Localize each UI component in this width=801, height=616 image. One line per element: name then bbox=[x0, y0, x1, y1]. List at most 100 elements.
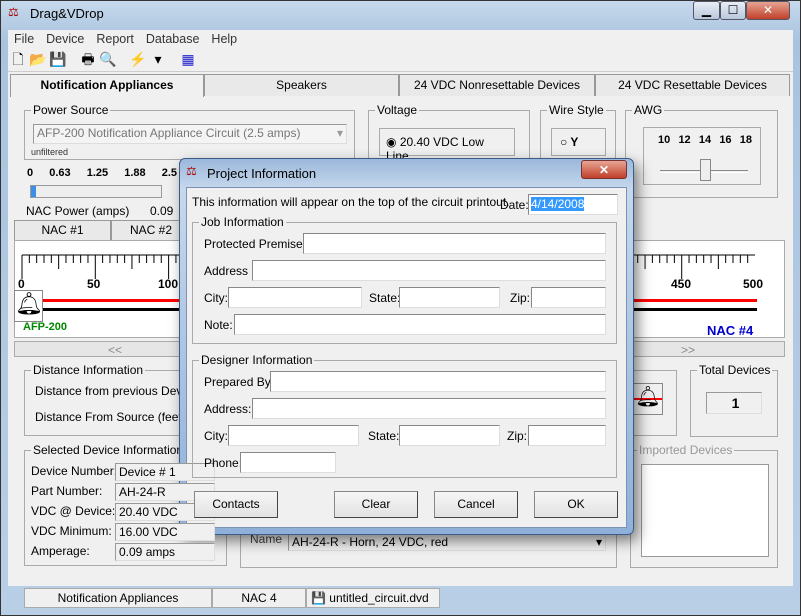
designer-information-label: Designer Information bbox=[199, 353, 315, 367]
dialog-close-button[interactable]: ✕ bbox=[581, 160, 627, 179]
filter-label: unfiltered bbox=[31, 147, 69, 157]
save-icon[interactable]: 💾 bbox=[48, 48, 68, 70]
ok-button[interactable]: OK bbox=[534, 491, 618, 518]
ruler-label: 500 bbox=[743, 277, 764, 291]
bell-icon[interactable]: 🔔︎ bbox=[633, 383, 663, 415]
menu-device[interactable]: Device bbox=[46, 32, 84, 46]
tab-notification-appliances[interactable]: Notification Appliances bbox=[10, 74, 204, 97]
scroll-left-button[interactable]: << bbox=[108, 343, 122, 357]
print-icon[interactable]: 🖶 bbox=[78, 48, 98, 70]
date-input[interactable]: 4/14/2008 bbox=[528, 194, 618, 215]
scale-label: 1.25 bbox=[86, 167, 109, 179]
imported-devices-list[interactable] bbox=[641, 464, 769, 557]
note-input[interactable] bbox=[234, 314, 606, 335]
menu-help[interactable]: Help bbox=[211, 32, 237, 46]
scroll-right-button[interactable]: >> bbox=[681, 343, 695, 357]
nac-power-label: NAC Power (amps) bbox=[26, 204, 130, 218]
wire-style-label: Wire Style bbox=[547, 103, 606, 117]
device-name-select[interactable]: AH-24-R - Horn, 24 VDC, red ▾ bbox=[288, 533, 606, 551]
distance-source-label: Distance From Source (feet) bbox=[35, 410, 186, 424]
ruler-label: 450 bbox=[671, 277, 692, 291]
designer-zip-input[interactable] bbox=[528, 425, 606, 446]
premises-label: Protected Premises: bbox=[204, 237, 313, 251]
device-field-value: 16.00 VDC bbox=[115, 523, 215, 541]
device-field-label: Device Number: bbox=[31, 464, 118, 478]
job-city-label: City: bbox=[204, 291, 228, 305]
awg-tick: 18 bbox=[739, 134, 752, 146]
job-address-label: Address bbox=[204, 264, 249, 278]
scale-label: 2.5 bbox=[161, 167, 177, 179]
app-logo-icon: ⚖ bbox=[186, 164, 197, 178]
voltage-label: Voltage bbox=[375, 103, 420, 117]
toolbar: 🗋 📂 💾 🖶 🔍 ⚡ ▾ ▦ bbox=[8, 48, 793, 72]
designer-city-label: City: bbox=[204, 429, 228, 443]
awg-slider-box: 10 12 14 16 18 bbox=[643, 127, 761, 185]
status-file-name: untitled_circuit.dvd bbox=[329, 591, 429, 605]
designer-address-input[interactable] bbox=[252, 398, 606, 419]
job-state-label: State: bbox=[369, 291, 401, 305]
tab-24vdc-nonresettable[interactable]: 24 VDC Nonresettable Devices bbox=[399, 74, 595, 96]
designer-zip-label: Zip: bbox=[507, 429, 528, 443]
cancel-button[interactable]: Cancel bbox=[434, 491, 518, 518]
job-address-input[interactable] bbox=[252, 260, 606, 281]
power-source-value: AFP-200 Notification Appliance Circuit (… bbox=[37, 126, 301, 140]
tab-24vdc-resettable[interactable]: 24 VDC Resettable Devices bbox=[595, 74, 790, 96]
designer-state-label: State: bbox=[368, 429, 400, 443]
device-name-value: AH-24-R - Horn, 24 VDC, red bbox=[292, 535, 449, 549]
awg-tick: 14 bbox=[698, 134, 712, 146]
selected-device-label: Selected Device Information bbox=[31, 443, 186, 457]
protected-premises-input[interactable] bbox=[303, 233, 606, 254]
awg-tick: 16 bbox=[719, 134, 732, 146]
minimize-button[interactable]: ▁ bbox=[693, 1, 720, 20]
wire-style-radio[interactable]: ○ Y bbox=[551, 128, 606, 156]
awg-slider-thumb[interactable] bbox=[700, 159, 711, 181]
phone-input[interactable] bbox=[240, 452, 336, 473]
window-title: Drag&VDrop bbox=[30, 6, 104, 21]
ruler-label: 50 bbox=[87, 277, 101, 291]
menu-report[interactable]: Report bbox=[96, 32, 134, 46]
awg-label: AWG bbox=[632, 103, 665, 117]
status-file: 💾 untitled_circuit.dvd bbox=[306, 588, 440, 608]
scale-label: 0 bbox=[27, 167, 34, 179]
designer-address-label: Address: bbox=[204, 402, 252, 416]
maximize-button[interactable]: ☐ bbox=[720, 1, 746, 20]
tab-speakers[interactable]: Speakers bbox=[204, 74, 399, 96]
dialog-title: Project Information bbox=[207, 166, 317, 181]
voltage-radio[interactable]: ◉ 20.40 VDC Low Line bbox=[379, 128, 515, 163]
total-devices-label: Total Devices bbox=[697, 363, 773, 377]
prepared-by-label: Prepared By: bbox=[204, 375, 275, 389]
designer-state-input[interactable] bbox=[399, 425, 500, 446]
nac-power-value: 0.09 bbox=[150, 204, 174, 218]
total-devices-value: 1 bbox=[706, 392, 762, 414]
menu-database[interactable]: Database bbox=[146, 32, 200, 46]
distance-label: Distance Information bbox=[31, 363, 146, 377]
ruler-label: 0 bbox=[18, 277, 25, 291]
menu-file[interactable]: File bbox=[14, 32, 34, 46]
circuit-label: NAC #4 bbox=[707, 323, 754, 338]
prepared-by-input[interactable] bbox=[270, 371, 606, 392]
awg-tick: 10 bbox=[658, 134, 671, 146]
distance-prev-label: Distance from previous Device bbox=[35, 384, 198, 398]
chart-icon[interactable]: ▦ bbox=[178, 48, 198, 70]
job-state-input[interactable] bbox=[399, 287, 500, 308]
device-field-label: VDC @ Device: bbox=[31, 504, 116, 518]
tab-nac-1[interactable]: NAC #1 bbox=[14, 220, 111, 240]
job-city-input[interactable] bbox=[228, 287, 362, 308]
lightning-icon[interactable]: ⚡ bbox=[128, 48, 148, 70]
close-button[interactable]: ✕ bbox=[746, 1, 790, 20]
wire-style-option: Y bbox=[570, 135, 579, 149]
nac-power-bar bbox=[30, 185, 162, 198]
new-file-icon[interactable]: 🗋 bbox=[8, 48, 28, 70]
open-folder-icon[interactable]: 📂 bbox=[28, 48, 48, 70]
power-source-select[interactable]: AFP-200 Notification Appliance Circuit (… bbox=[33, 124, 347, 144]
menu-bar: File Device Report Database Help bbox=[8, 30, 793, 48]
job-zip-input[interactable] bbox=[531, 287, 606, 308]
print-preview-icon[interactable]: 🔍 bbox=[98, 48, 118, 70]
clear-button[interactable]: Clear bbox=[334, 491, 418, 518]
contacts-button[interactable]: Contacts bbox=[194, 491, 278, 518]
power-source-label: Power Source bbox=[31, 103, 111, 117]
bell-icon[interactable]: 🔔︎ bbox=[14, 290, 43, 322]
dropdown-arrow-icon[interactable]: ▾ bbox=[148, 48, 168, 70]
designer-city-input[interactable] bbox=[228, 425, 359, 446]
chevron-down-icon: ▾ bbox=[336, 126, 343, 140]
